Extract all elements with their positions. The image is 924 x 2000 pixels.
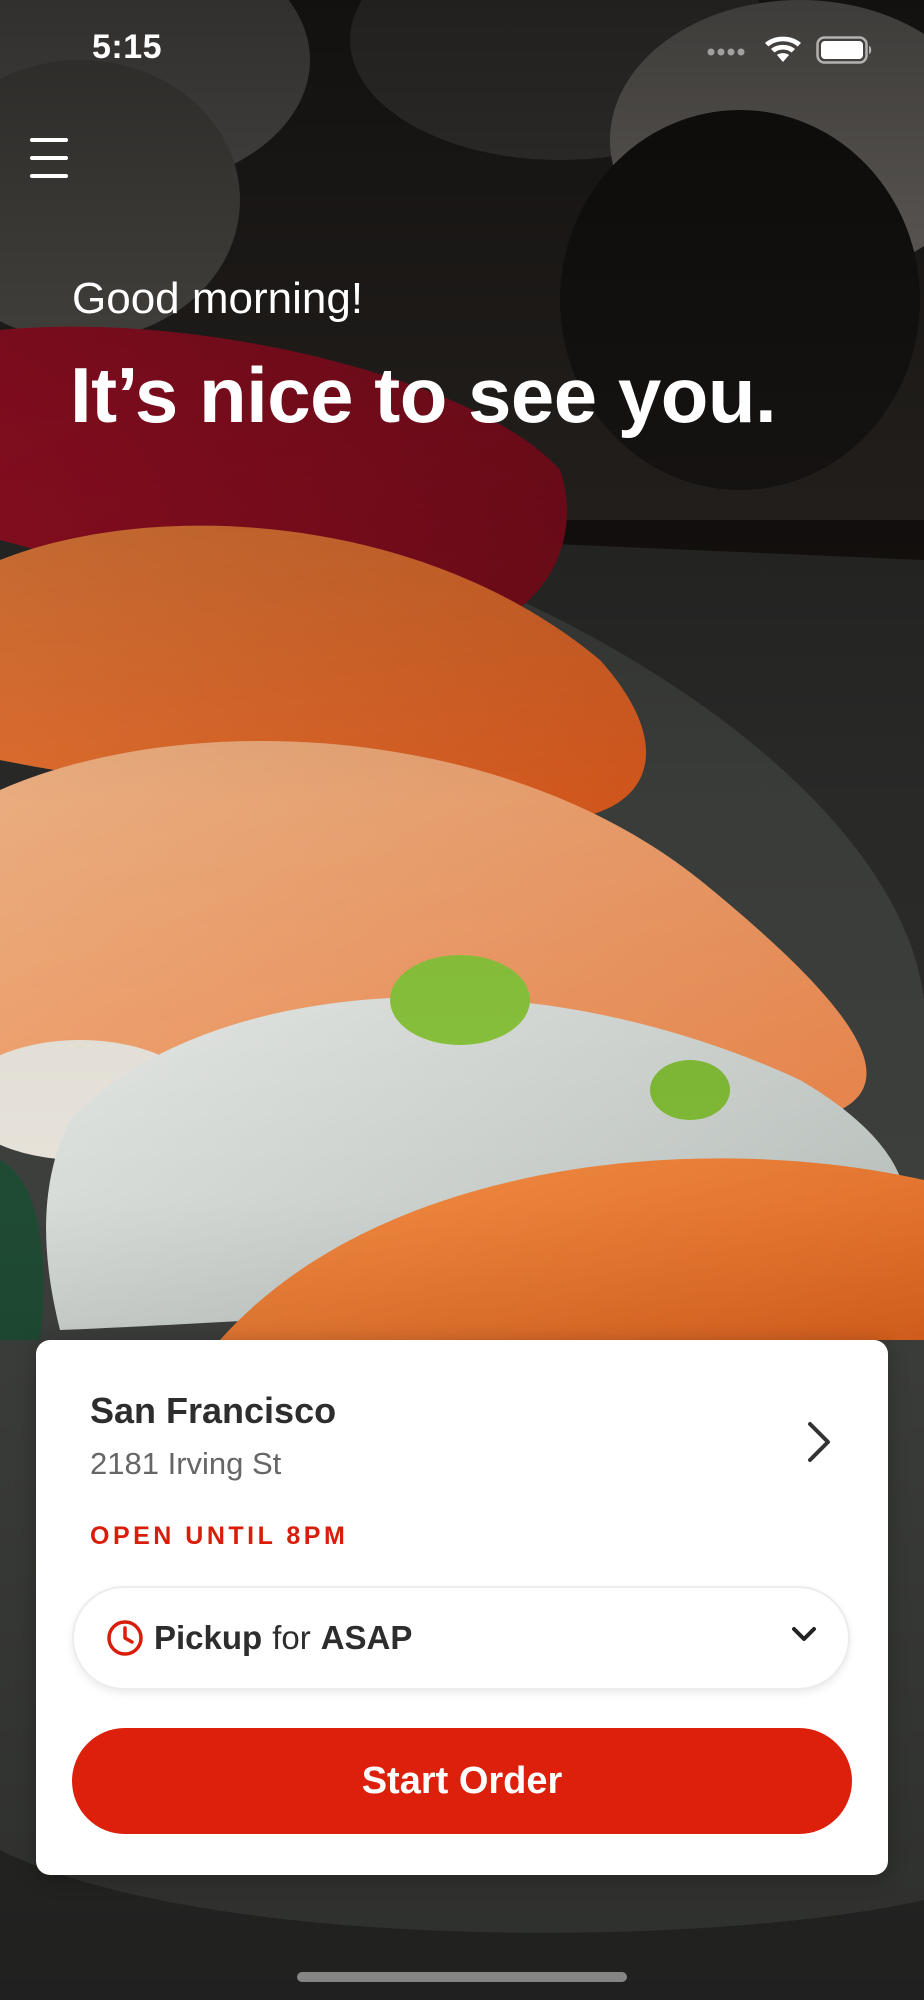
location-card: San Francisco 2181 Irving St OPEN UNTIL … <box>36 1340 888 1875</box>
chevron-right-icon <box>804 1420 834 1469</box>
start-order-button[interactable]: Start Order <box>72 1728 852 1834</box>
clock-icon <box>106 1619 144 1657</box>
status-time: 5:15 <box>92 28 163 66</box>
greeting-text: Good morning! <box>72 274 364 323</box>
pickup-time-selector[interactable]: Pickup for ASAP <box>72 1586 850 1690</box>
pickup-text: Pickup for ASAP <box>154 1619 412 1657</box>
pickup-mode: Pickup <box>154 1619 263 1656</box>
signal-icon <box>706 43 750 62</box>
status-bar: 5:15 <box>0 0 924 100</box>
battery-icon <box>816 36 874 69</box>
hamburger-menu-icon[interactable] <box>30 138 78 178</box>
home-screen: 5:15 Good morning! It’s nice to see you.… <box>0 0 924 2000</box>
chevron-down-icon <box>790 1624 818 1649</box>
menu-line <box>30 156 68 160</box>
location-address: 2181 Irving St <box>90 1446 282 1481</box>
pickup-connector: for <box>272 1619 311 1656</box>
headline-text: It’s nice to see you. <box>70 351 777 439</box>
menu-line <box>30 138 68 142</box>
location-name: San Francisco <box>90 1390 337 1431</box>
status-icons <box>706 36 874 69</box>
wifi-icon <box>764 36 802 69</box>
home-indicator[interactable] <box>297 1972 627 1982</box>
pickup-time: ASAP <box>320 1619 413 1656</box>
location-selector[interactable]: San Francisco 2181 Irving St <box>90 1390 848 1500</box>
menu-line <box>30 174 68 178</box>
open-status-label: OPEN UNTIL 8PM <box>90 1522 349 1550</box>
